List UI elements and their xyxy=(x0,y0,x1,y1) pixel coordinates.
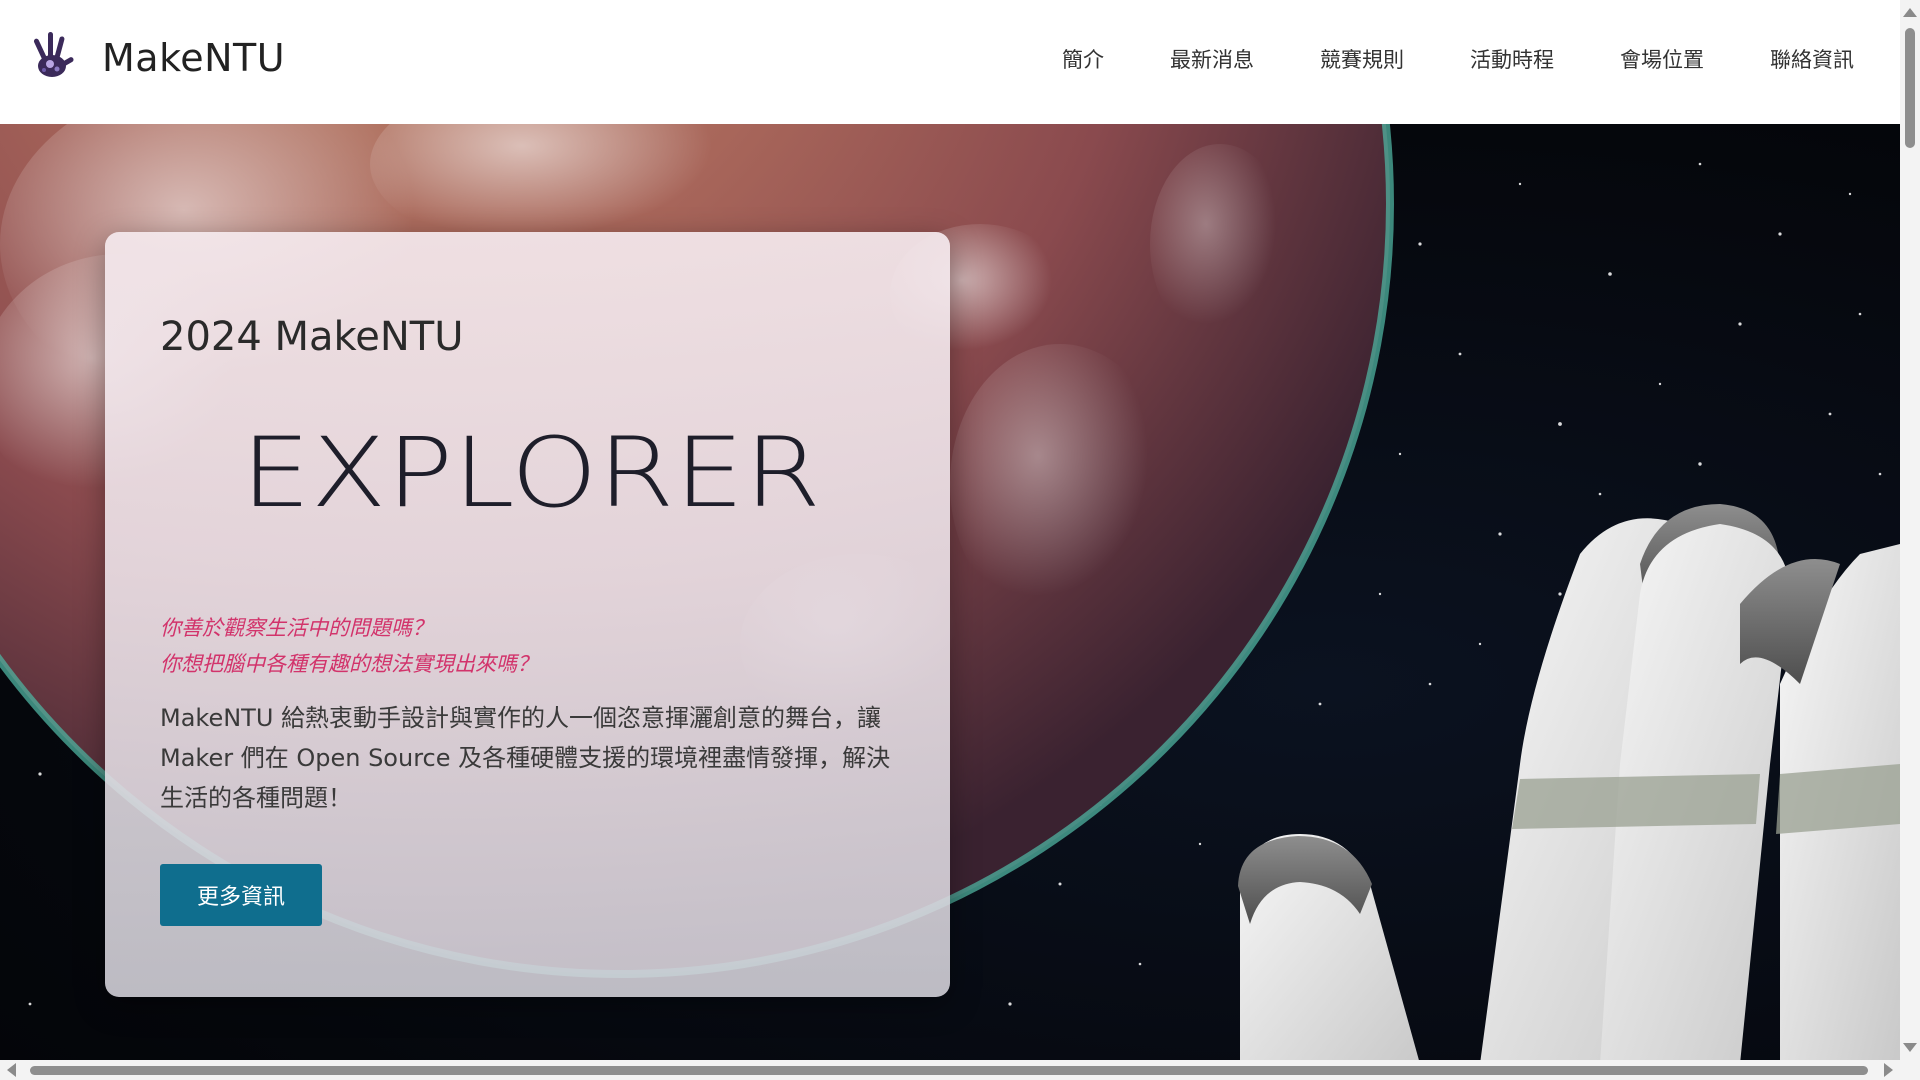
nav-item-venue[interactable]: 會場位置 xyxy=(1620,44,1704,74)
hero-section: 2024 MakeNTU EXPLORER 你善於觀察生活中的問題嗎？ 你想把腦… xyxy=(0,124,1900,1060)
vertical-scrollbar[interactable] xyxy=(1900,0,1920,1060)
card-title: 2024 MakeNTU xyxy=(160,314,464,360)
scroll-right-arrow-icon[interactable] xyxy=(1884,1063,1893,1077)
explorer-logo: EXPLORER xyxy=(241,417,821,526)
scroll-left-arrow-icon[interactable] xyxy=(7,1063,16,1077)
nav-item-rules[interactable]: 競賽規則 xyxy=(1320,44,1404,74)
site-header: MakeNTU 簡介 最新消息 競賽規則 活動時程 會場位置 聯絡資訊 xyxy=(0,0,1900,124)
nav-item-news[interactable]: 最新消息 xyxy=(1170,44,1254,74)
hero-card: 2024 MakeNTU EXPLORER 你善於觀察生活中的問題嗎？ 你想把腦… xyxy=(105,232,950,997)
scroll-down-arrow-icon[interactable] xyxy=(1903,1043,1917,1052)
horizontal-scrollbar[interactable] xyxy=(0,1060,1900,1080)
tagline-1: 你善於觀察生活中的問題嗎？ xyxy=(160,616,433,640)
nav-item-intro[interactable]: 簡介 xyxy=(1062,44,1104,74)
main-nav: 簡介 最新消息 競賽規則 活動時程 會場位置 聯絡資訊 xyxy=(996,44,1854,74)
svg-text:EXPLORER: EXPLORER xyxy=(241,417,821,526)
card-description: MakeNTU 給熱衷動手設計與實作的人一個恣意揮灑創意的舞台，讓 Maker … xyxy=(160,704,891,812)
more-info-button[interactable]: 更多資訊 xyxy=(160,864,322,926)
scroll-up-arrow-icon[interactable] xyxy=(1903,8,1917,17)
scrollbar-corner xyxy=(1900,1060,1920,1080)
horizontal-scroll-thumb[interactable] xyxy=(30,1066,1868,1075)
hand-logo-icon[interactable] xyxy=(28,28,80,84)
astronaut-glove xyxy=(1238,504,1900,1060)
nav-item-schedule[interactable]: 活動時程 xyxy=(1470,44,1554,74)
brand-name[interactable]: MakeNTU xyxy=(102,36,285,80)
nav-item-contact[interactable]: 聯絡資訊 xyxy=(1770,44,1854,74)
vertical-scroll-thumb[interactable] xyxy=(1905,28,1915,148)
tagline-2: 你想把腦中各種有趣的想法實現出來嗎？ xyxy=(160,652,538,676)
